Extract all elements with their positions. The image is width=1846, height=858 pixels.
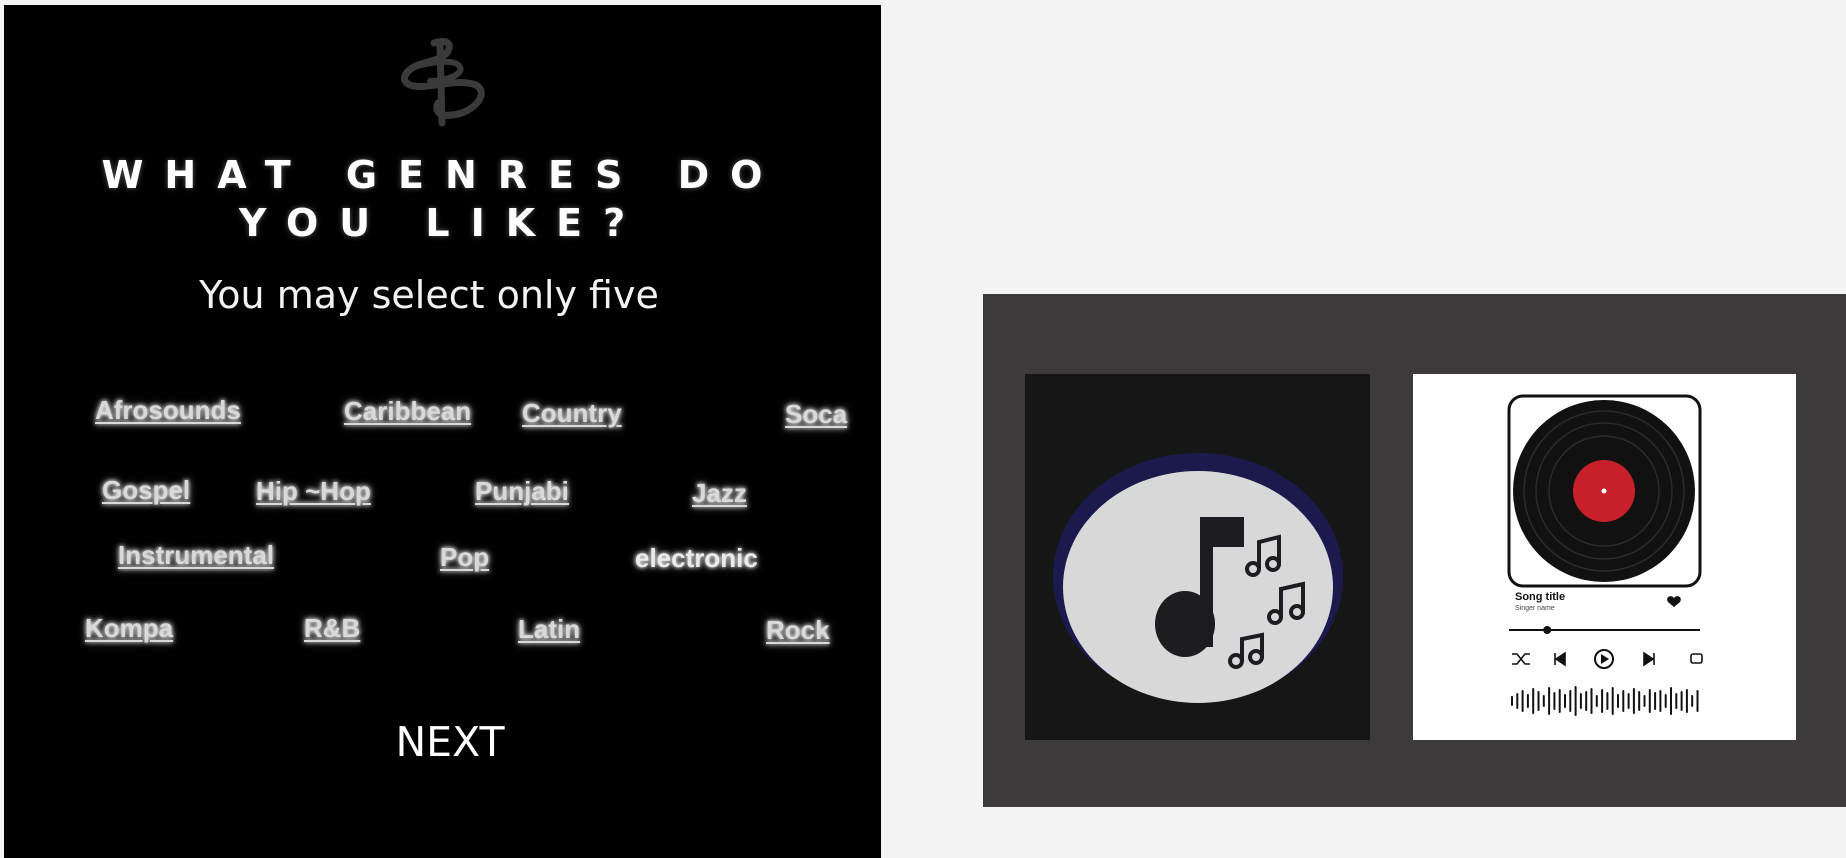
- shuffle-icon[interactable]: [1512, 653, 1530, 665]
- b-monogram-logo: [401, 37, 485, 127]
- page-title: WHAT GENRES DO YOU LIKE?: [101, 153, 784, 245]
- repeat-icon[interactable]: [1690, 653, 1703, 664]
- genre-hip-hop[interactable]: Hip ~Hop: [256, 476, 371, 507]
- music-player-illustration: Song title Singer name: [1507, 394, 1703, 716]
- genre-rnb[interactable]: R&B: [304, 613, 360, 644]
- genre-jazz[interactable]: Jazz: [692, 478, 747, 509]
- vinyl-record-icon: [1513, 400, 1695, 582]
- music-player-card: Song title Singer name: [1413, 374, 1796, 740]
- genre-gospel[interactable]: Gospel: [102, 475, 190, 506]
- audio-waveform: [1511, 686, 1699, 716]
- play-icon[interactable]: [1594, 649, 1614, 669]
- genre-selection-screen: WHAT GENRES DO YOU LIKE? You may select …: [4, 5, 881, 858]
- next-icon[interactable]: [1643, 651, 1655, 667]
- song-title: Song title: [1515, 591, 1565, 603]
- preview-panel: Song title Singer name: [983, 294, 1846, 807]
- genre-soca[interactable]: Soca: [785, 399, 847, 430]
- previous-icon[interactable]: [1554, 651, 1566, 667]
- progress-knob[interactable]: [1543, 626, 1552, 634]
- genre-pop[interactable]: Pop: [440, 542, 489, 573]
- genre-rock[interactable]: Rock: [766, 615, 830, 646]
- music-app-tile: [1025, 374, 1370, 740]
- selection-hint: You may select only five: [199, 273, 659, 317]
- genre-country[interactable]: Country: [522, 398, 622, 429]
- genre-latin[interactable]: Latin: [518, 614, 580, 645]
- genre-punjabi[interactable]: Punjabi: [475, 476, 569, 507]
- heart-icon[interactable]: [1667, 596, 1681, 607]
- singer-name: Singer name: [1515, 605, 1555, 612]
- genre-caribbean[interactable]: Caribbean: [344, 396, 471, 427]
- music-notes-icon: [1053, 453, 1343, 703]
- next-button[interactable]: NEXT: [392, 718, 508, 766]
- genre-kompa[interactable]: Kompa: [85, 613, 173, 644]
- genre-instrumental[interactable]: Instrumental: [118, 540, 274, 571]
- genre-electronic[interactable]: electronic: [635, 543, 758, 574]
- genre-afrosounds[interactable]: Afrosounds: [95, 395, 241, 426]
